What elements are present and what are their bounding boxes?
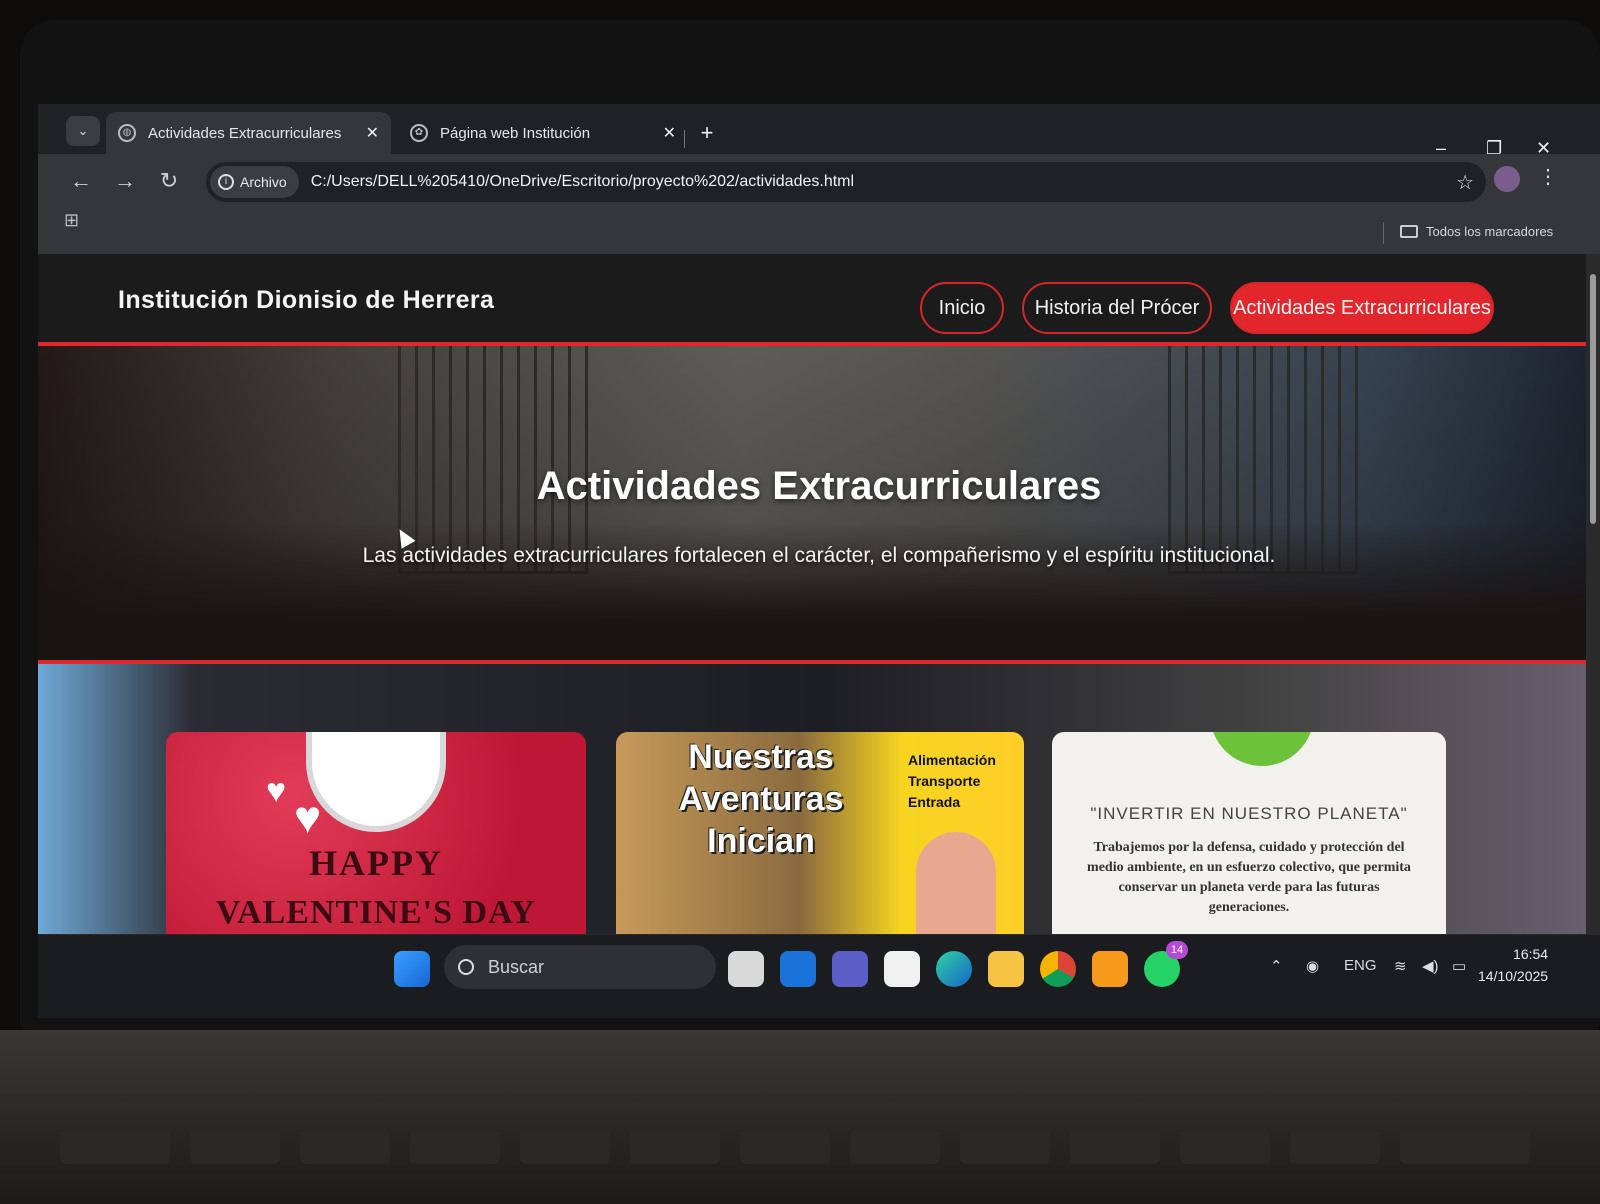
back-icon[interactable]: ← xyxy=(66,168,96,194)
task-view-icon[interactable] xyxy=(728,951,764,987)
apps-grid-icon[interactable]: ⊞ xyxy=(64,210,79,231)
students-photo xyxy=(38,522,1600,662)
folder-icon xyxy=(1400,225,1418,238)
profile-avatar[interactable] xyxy=(1494,166,1520,192)
volume-icon[interactable]: ◀) xyxy=(1422,957,1439,975)
tab-pagina-web[interactable]: ✿ Página web Institución ✕ xyxy=(398,112,688,154)
valentine-line1: HAPPY xyxy=(309,843,443,883)
valentine-line2: VALENTINE'S DAY xyxy=(215,894,537,931)
site-brand[interactable]: Institución Dionisio de Herrera xyxy=(118,286,494,315)
clock-time: 16:54 xyxy=(1513,946,1549,962)
wifi-icon[interactable]: ≋ xyxy=(1394,957,1407,975)
laptop-screen: ⌄ ◍ Actividades Extracurriculares ✕ ✿ Pá… xyxy=(38,104,1600,1018)
tab-divider xyxy=(684,130,685,148)
planet-text: Trabajemos por la defensa, cuidado y pro… xyxy=(1087,840,1411,915)
list-item: Entrada xyxy=(908,794,961,810)
keyboard-key xyxy=(850,1130,940,1164)
tab-title: Página web Institución xyxy=(440,124,591,142)
language-indicator[interactable]: ENG xyxy=(1344,957,1377,974)
keyboard-key xyxy=(1070,1130,1160,1164)
planet-quote: "INVERTIR EN NUESTRO PLANETA" xyxy=(1090,804,1408,823)
new-tab-button[interactable]: + xyxy=(692,120,722,146)
forward-icon[interactable]: → xyxy=(110,168,140,194)
outlook-icon[interactable] xyxy=(780,951,816,987)
chrome-icon[interactable] xyxy=(1040,951,1076,987)
hero-subtitle: Las actividades extracurriculares fortal… xyxy=(362,544,1276,567)
keyboard-key xyxy=(1400,1130,1530,1164)
windows-start-icon[interactable] xyxy=(394,951,430,987)
site-navbar: Institución Dionisio de Herrera Inicio H… xyxy=(38,254,1600,346)
site-info-chip[interactable]: i Archivo xyxy=(210,166,299,198)
adventure-title: Nuestras Aventuras Inician xyxy=(678,738,844,860)
edge-icon[interactable] xyxy=(936,951,972,987)
activities-gallery: ♥ ♥ HAPPY VALENTINE'S DAY Nuestras Avent… xyxy=(38,664,1600,934)
close-icon[interactable]: ✕ xyxy=(663,123,676,143)
heart-icon: ♥ xyxy=(294,791,322,843)
heart-icon: ♥ xyxy=(266,772,287,810)
tab-actividades[interactable]: ◍ Actividades Extracurriculares ✕ xyxy=(106,112,391,154)
browser-tab-strip: ⌄ ◍ Actividades Extracurriculares ✕ ✿ Pá… xyxy=(38,104,1600,158)
keyboard-key xyxy=(410,1130,500,1164)
laptop-keyboard-deck xyxy=(0,1030,1600,1204)
hero-section: Institución Dionisio de Herrera Inicio H… xyxy=(38,254,1600,662)
list-item: Alimentación xyxy=(908,752,996,768)
keyboard-key xyxy=(1180,1130,1270,1164)
card-planet[interactable]: "INVERTIR EN NUESTRO PLANETA" Trabajemos… xyxy=(1052,732,1446,934)
nav-actividades[interactable]: Actividades Extracurriculares xyxy=(1230,282,1494,334)
bookmarks-bar: ⊞ Todos los marcadores xyxy=(38,210,1600,254)
adventure-list: Alimentación Transporte Entrada xyxy=(908,750,996,813)
tray-app-icon[interactable]: ◉ xyxy=(1306,957,1319,975)
card-valentine[interactable]: ♥ ♥ HAPPY VALENTINE'S DAY xyxy=(166,732,586,934)
scrollbar-thumb[interactable] xyxy=(1590,274,1596,524)
teams-icon[interactable] xyxy=(832,951,868,987)
keyboard-key xyxy=(630,1130,720,1164)
battery-icon[interactable]: ▭ xyxy=(1452,957,1466,975)
tab-title: Actividades Extracurriculares xyxy=(148,124,342,142)
school-crest-image xyxy=(306,732,446,832)
taskbar-search[interactable]: Buscar xyxy=(444,945,716,989)
page-viewport: Institución Dionisio de Herrera Inicio H… xyxy=(38,254,1600,934)
taskbar-clock[interactable]: 16:54 14/10/2025 xyxy=(1478,943,1548,987)
card-adventure[interactable]: Nuestras Aventuras Inician Alimentación … xyxy=(616,732,1024,934)
nav-inicio[interactable]: Inicio xyxy=(920,282,1004,334)
keyboard-key xyxy=(520,1130,610,1164)
tab-search-button[interactable]: ⌄ xyxy=(66,116,100,146)
reload-icon[interactable]: ↻ xyxy=(154,168,184,194)
page-scrollbar[interactable] xyxy=(1586,254,1600,934)
bookmark-star-icon[interactable]: ☆ xyxy=(1456,170,1474,195)
bookmarks-divider xyxy=(1383,222,1384,244)
all-bookmarks-label: Todos los marcadores xyxy=(1426,224,1554,239)
clock-date: 14/10/2025 xyxy=(1478,968,1549,984)
chatgpt-icon: ✿ xyxy=(410,124,428,142)
keyboard-key xyxy=(60,1130,170,1164)
notification-badge: 14 xyxy=(1166,941,1188,959)
windows-taskbar: Buscar 14 ⌃ ◉ ENG ≋ ◀) ▭ 16:54 14/10/202… xyxy=(38,934,1600,1018)
keyboard-key xyxy=(190,1130,280,1164)
keyboard-key xyxy=(1290,1130,1380,1164)
keyboard-key xyxy=(740,1130,830,1164)
person-image xyxy=(916,832,996,934)
url-text[interactable]: C:/Users/DELL%205410/OneDrive/Escritorio… xyxy=(311,173,854,191)
info-icon: i xyxy=(218,174,234,190)
nav-historia-procer[interactable]: Historia del Prócer xyxy=(1022,282,1212,334)
globe-icon: ◍ xyxy=(118,124,136,142)
all-bookmarks-button[interactable]: Todos los marcadores xyxy=(1400,224,1553,239)
chevron-up-icon[interactable]: ⌃ xyxy=(1270,957,1283,975)
close-icon[interactable]: ✕ xyxy=(366,123,379,143)
recycle-globe-icon xyxy=(1210,732,1314,766)
sublime-text-icon[interactable] xyxy=(1092,951,1128,987)
browser-toolbar: ← → ↻ i Archivo C:/Users/DELL%205410/One… xyxy=(38,154,1600,212)
keyboard-key xyxy=(300,1130,390,1164)
menu-kebab-icon[interactable]: ⋮ xyxy=(1538,164,1558,189)
keyboard-key xyxy=(960,1130,1050,1164)
search-icon xyxy=(458,959,474,975)
store-icon[interactable] xyxy=(884,951,920,987)
search-placeholder: Buscar xyxy=(488,956,545,977)
file-explorer-icon[interactable] xyxy=(988,951,1024,987)
site-info-label: Archivo xyxy=(240,174,287,190)
page-title: Actividades Extracurriculares xyxy=(536,464,1102,508)
list-item: Transporte xyxy=(908,773,981,789)
address-bar[interactable]: i Archivo C:/Users/DELL%205410/OneDrive/… xyxy=(206,162,1486,202)
